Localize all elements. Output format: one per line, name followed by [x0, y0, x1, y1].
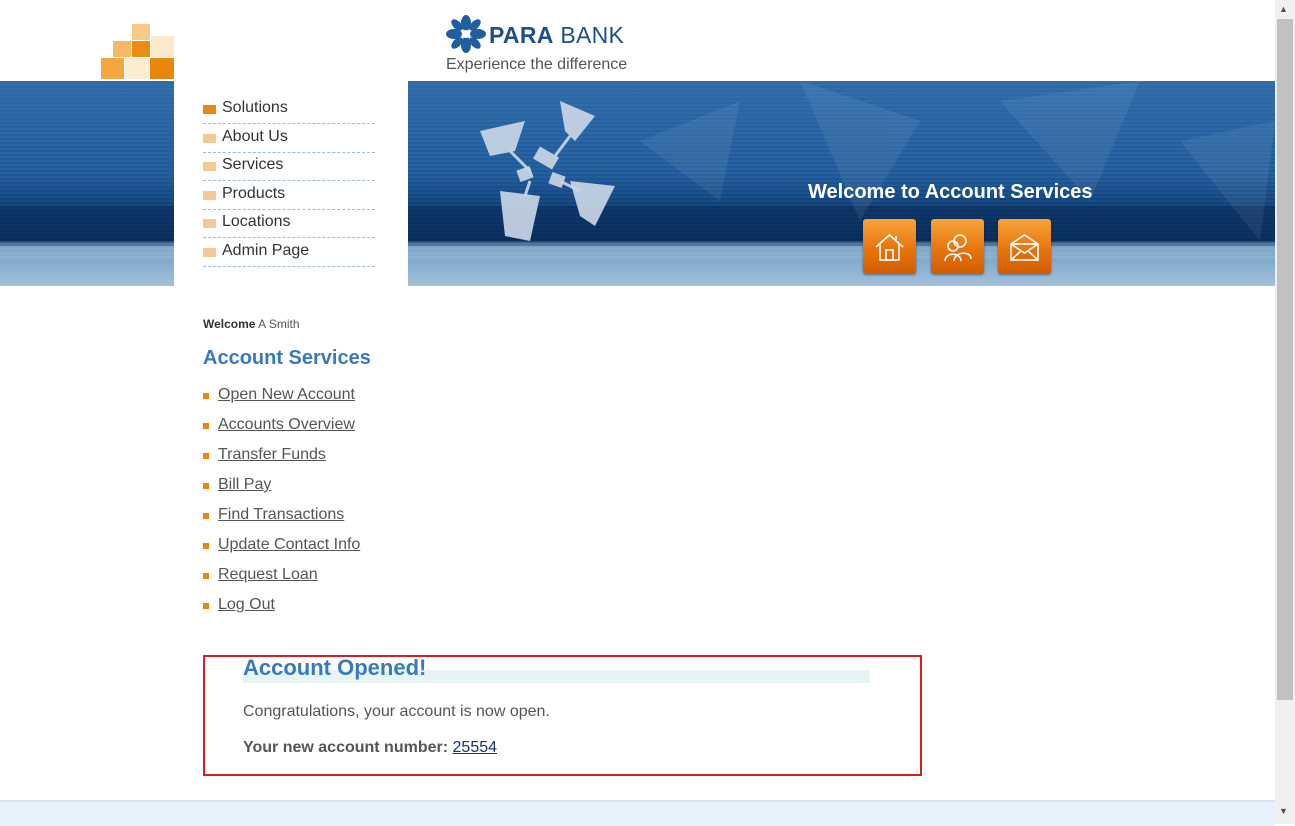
nav-bullet-icon: [203, 191, 216, 200]
link-bullet-icon: [203, 543, 209, 549]
nav-item-label: Services: [222, 156, 284, 173]
link-bill-pay-text[interactable]: Bill Pay: [218, 476, 271, 494]
home-button[interactable]: [863, 219, 916, 274]
link-open-new-account-text[interactable]: Open New Account: [218, 386, 355, 404]
nav-item-label: About Us: [222, 128, 288, 145]
brand-name-bold: PARA: [489, 22, 554, 48]
link-bullet-icon: [203, 453, 209, 459]
scroll-up-arrow-icon[interactable]: ▲: [1279, 4, 1288, 14]
new-account-label: Your new account number:: [243, 739, 449, 756]
link-bullet-icon: [203, 393, 209, 399]
about-icon: [944, 234, 972, 262]
nav-item-about-us[interactable]: About Us: [203, 124, 375, 153]
parabank-logo-icon[interactable]: [446, 15, 486, 53]
home-icon: [875, 233, 904, 261]
banner-title: Welcome to Account Services: [808, 181, 1093, 203]
link-log-out-text[interactable]: Log Out: [218, 596, 275, 614]
contact-button[interactable]: [998, 219, 1051, 274]
nav-item-label: Locations: [222, 213, 291, 230]
nav-item-locations[interactable]: Locations: [203, 209, 375, 238]
welcome-user: Welcome A Smith: [203, 317, 300, 331]
link-bullet-icon: [203, 573, 209, 579]
nav-bullet-icon: [203, 219, 216, 228]
nav-bullet-icon: [203, 134, 216, 143]
nav-item-products[interactable]: Products: [203, 181, 375, 210]
nav-bullet-icon: [203, 105, 216, 114]
banner-graphic-icon: [480, 101, 615, 241]
nav-bullet-icon: [203, 248, 216, 257]
nav-item-admin-page[interactable]: Admin Page: [203, 238, 375, 267]
nav-item-services[interactable]: Services: [203, 152, 375, 181]
link-find-transactions-text[interactable]: Find Transactions: [218, 506, 344, 524]
link-bullet-icon: [203, 603, 209, 609]
tagline: Experience the difference: [446, 56, 628, 73]
link-transfer-funds-text[interactable]: Transfer Funds: [218, 446, 326, 464]
user-name: A Smith: [258, 317, 300, 331]
scrollbar-thumb[interactable]: [1277, 19, 1293, 700]
contact-icon: [1010, 234, 1039, 261]
scroll-down-arrow-icon[interactable]: ▼: [1279, 806, 1288, 816]
account-opened-message: Congratulations, your account is now ope…: [243, 703, 550, 720]
brand-name: PARA BANK: [489, 22, 624, 49]
nav-item-label: Admin Page: [222, 242, 310, 259]
link-bullet-icon: [203, 513, 209, 519]
nav-item-label: Solutions: [222, 99, 288, 116]
brand-name-rest: BANK: [553, 22, 625, 48]
link-bullet-icon: [203, 483, 209, 489]
new-account-number-row: Your new account number: 25554: [243, 739, 497, 757]
link-bullet-icon: [203, 423, 209, 429]
link-accounts-overview-text[interactable]: Accounts Overview: [218, 416, 355, 434]
nav-bullet-icon: [203, 162, 216, 171]
footer-strip: [0, 800, 1275, 826]
account-opened-title: Account Opened!: [243, 655, 427, 680]
link-update-contact-info-text[interactable]: Update Contact Info: [218, 536, 360, 554]
account-services-title: Account Services: [203, 347, 371, 369]
nav-item-label: Products: [222, 185, 286, 202]
welcome-label: Welcome: [203, 317, 256, 331]
new-account-number-link[interactable]: 25554: [453, 739, 498, 756]
about-button[interactable]: [931, 219, 984, 274]
link-request-loan-text[interactable]: Request Loan: [218, 566, 318, 584]
nav-item-solutions[interactable]: Solutions: [203, 95, 375, 124]
